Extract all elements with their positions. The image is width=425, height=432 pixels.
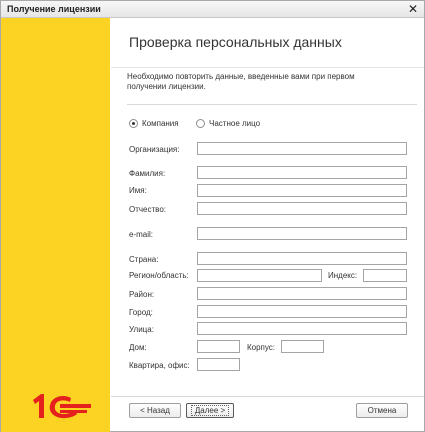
building-input[interactable] <box>281 340 324 353</box>
radio-private-person-indicator[interactable] <box>196 118 205 128</box>
radio-company-label: Компания <box>142 118 179 128</box>
next-button[interactable]: Далее > <box>186 403 234 418</box>
last-name-label: Фамилия: <box>129 169 166 178</box>
license-dialog: Получение лицензии ✕ Проверка персональн… <box>0 0 425 432</box>
street-label: Улица: <box>129 325 154 334</box>
patronymic-label: Отчество: <box>129 205 166 214</box>
region-label: Регион/область: <box>129 271 189 280</box>
email-label: e-mail: <box>129 230 154 239</box>
last-name-input[interactable] <box>197 166 407 179</box>
patronymic-input[interactable] <box>197 202 407 215</box>
radio-private-person[interactable]: Частное лицо <box>196 117 260 129</box>
window-title: Получение лицензии <box>7 4 101 14</box>
radio-company-indicator[interactable] <box>129 118 138 128</box>
city-label: Город: <box>129 308 153 317</box>
postal-code-input[interactable] <box>363 269 407 282</box>
close-icon[interactable]: ✕ <box>406 2 420 16</box>
apartment-input[interactable] <box>197 358 240 371</box>
title-bar[interactable]: Получение лицензии ✕ <box>1 1 424 18</box>
cancel-button[interactable]: Отмена <box>356 403 408 418</box>
email-input[interactable] <box>197 227 407 240</box>
region-input[interactable] <box>197 269 322 282</box>
country-label: Страна: <box>129 255 159 264</box>
building-label: Корпус: <box>247 343 276 352</box>
page-header: Проверка персональных данных <box>111 18 424 68</box>
house-input[interactable] <box>197 340 240 353</box>
street-input[interactable] <box>197 322 407 335</box>
first-name-label: Имя: <box>129 186 147 195</box>
1c-logo-icon <box>33 394 91 419</box>
organization-input[interactable] <box>197 142 407 155</box>
organization-label: Организация: <box>129 145 180 154</box>
country-input[interactable] <box>197 252 407 265</box>
city-input[interactable] <box>197 305 407 318</box>
footer-divider <box>111 396 424 397</box>
district-label: Район: <box>129 290 155 299</box>
instruction-note: Необходимо повторить данные, введенные в… <box>111 68 424 107</box>
radio-company[interactable]: Компания <box>129 117 179 129</box>
back-button[interactable]: < Назад <box>129 403 181 418</box>
apartment-label: Квартира, офис: <box>129 361 190 370</box>
district-input[interactable] <box>197 287 407 300</box>
brand-sidebar <box>1 18 110 432</box>
note-divider <box>127 104 417 105</box>
postal-code-label: Индекс: <box>328 271 358 280</box>
instruction-line-2: получении лицензии. <box>127 82 206 91</box>
next-button-label: Далее > <box>190 405 230 416</box>
page-title: Проверка персональных данных <box>129 34 342 50</box>
first-name-input[interactable] <box>197 184 407 197</box>
house-label: Дом: <box>129 343 147 352</box>
instruction-line-1: Необходимо повторить данные, введенные в… <box>127 72 355 81</box>
radio-private-person-label: Частное лицо <box>209 118 261 128</box>
